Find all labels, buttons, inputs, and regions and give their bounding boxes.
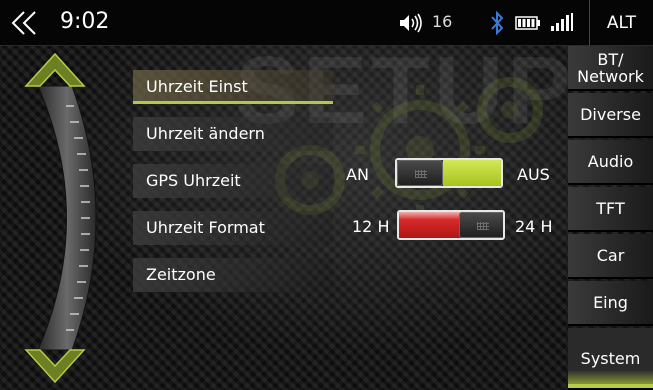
volume-level: 16 <box>432 12 453 31</box>
menu-item-uhrzeit-einst[interactable]: Uhrzeit Einst <box>133 70 333 104</box>
sidebar-tab-system[interactable]: System <box>568 328 653 390</box>
gps-toggle-fill <box>443 160 501 186</box>
sidebar-tab-diverse[interactable]: Diverse <box>568 93 653 138</box>
sidebar-tab-eing[interactable]: Eing <box>568 281 653 326</box>
alt-button[interactable]: ALT <box>589 0 653 46</box>
format-toggle-fill <box>399 212 461 238</box>
battery-icon <box>515 16 540 30</box>
gps-uhrzeit-toggle[interactable] <box>395 158 503 188</box>
scroll-down-arrow-icon <box>24 349 86 384</box>
sidebar-tab-tft[interactable]: TFT <box>568 187 653 232</box>
sidebar-tab-car[interactable]: Car <box>568 234 653 279</box>
bluetooth-icon <box>491 10 504 36</box>
menu-item-uhrzeit-aendern[interactable]: Uhrzeit ändern <box>133 117 333 151</box>
sidebar-tab-audio[interactable]: Audio <box>568 140 653 185</box>
setup-screen: 9:02 16 ALT SETUP Uhrzeit Einst Uhrzeit … <box>0 0 653 390</box>
clock-time: 9:02 <box>60 9 110 34</box>
scroll-wheel[interactable] <box>0 46 120 390</box>
menu-item-gps-uhrzeit[interactable]: GPS Uhrzeit <box>133 164 333 198</box>
settings-sidebar: BT/ Network Diverse Audio TFT Car Eing System <box>568 46 653 390</box>
back-chevron-icon <box>11 11 36 35</box>
volume-icon <box>400 13 422 33</box>
menu-item-zeitzone[interactable]: Zeitzone <box>133 258 333 292</box>
scroll-up-arrow-icon <box>24 52 86 87</box>
menu-item-uhrzeit-format[interactable]: Uhrzeit Format <box>133 211 333 245</box>
gps-toggle-knob[interactable] <box>397 160 443 186</box>
signal-icon <box>551 13 573 31</box>
sidebar-tab-bt-network[interactable]: BT/ Network <box>568 46 653 91</box>
format-toggle-12h-label: 12 H <box>352 217 390 236</box>
gps-toggle-off-label: AUS <box>517 165 550 184</box>
uhrzeit-format-toggle[interactable] <box>397 210 505 240</box>
format-toggle-knob[interactable] <box>459 212 503 238</box>
status-bar: 9:02 16 ALT <box>0 0 653 46</box>
gps-toggle-on-label: AN <box>346 165 369 184</box>
back-button[interactable] <box>8 8 42 38</box>
format-toggle-24h-label: 24 H <box>515 217 553 236</box>
